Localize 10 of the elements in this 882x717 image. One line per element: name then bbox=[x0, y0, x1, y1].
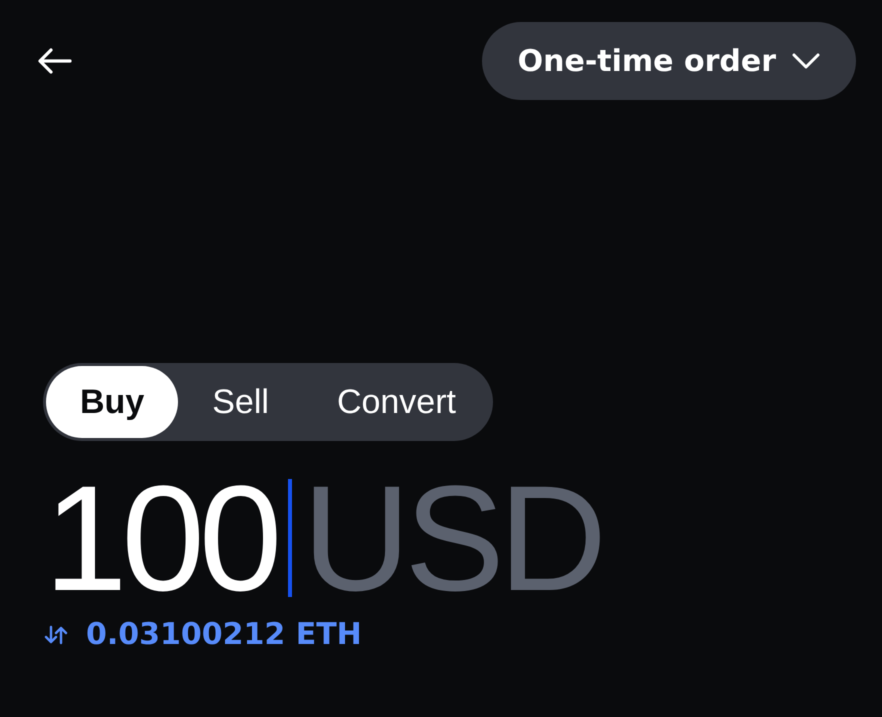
chevron-down-icon bbox=[792, 53, 820, 69]
swap-arrows-icon[interactable] bbox=[44, 624, 68, 644]
amount-value[interactable]: 100 bbox=[44, 473, 276, 603]
currency-label: USD bbox=[302, 473, 601, 603]
back-arrow-icon[interactable] bbox=[38, 48, 72, 74]
order-type-dropdown[interactable]: One-time order bbox=[482, 22, 856, 100]
trade-type-tab[interactable]: Sell bbox=[178, 366, 303, 438]
trade-type-tab[interactable]: Buy bbox=[46, 366, 178, 438]
converted-amount: 0.03100212 ETH bbox=[86, 617, 362, 652]
trade-type-tab[interactable]: Convert bbox=[302, 366, 490, 438]
